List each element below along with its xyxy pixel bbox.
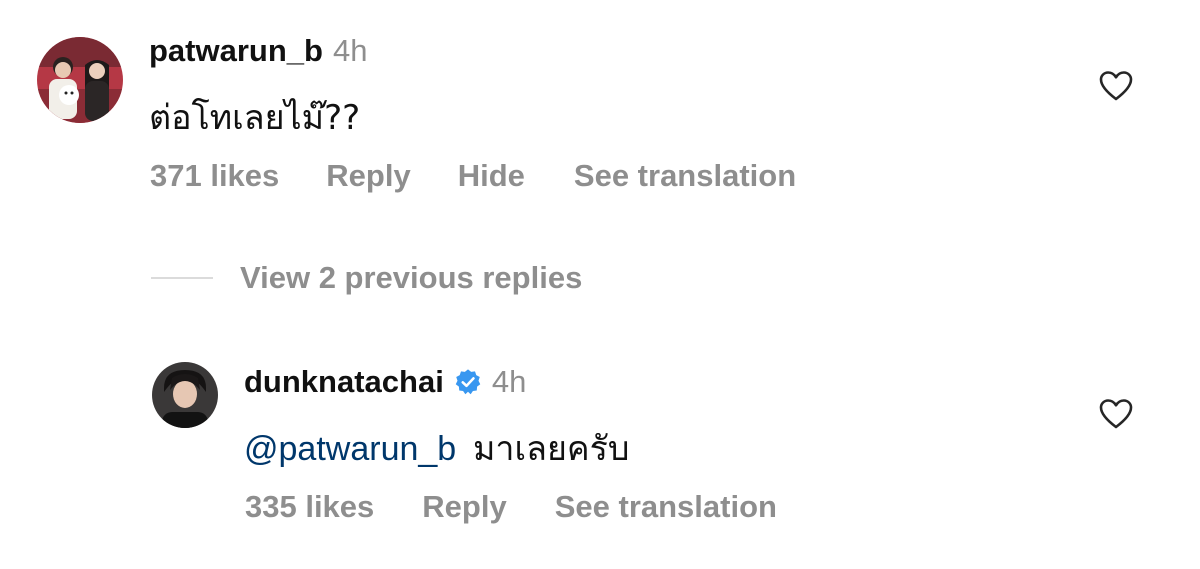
comment-time: 4h <box>332 33 368 68</box>
comment-text: ต่อโทเลยไม๊?? <box>149 90 360 144</box>
avatar-patwarun[interactable] <box>37 37 123 123</box>
reply-time: 4h <box>491 364 527 399</box>
reply-username[interactable]: dunknatachai 4h <box>244 364 526 400</box>
likes-count[interactable]: 371 likes <box>150 158 279 194</box>
reply-body: มาเลยครับ <box>473 429 630 469</box>
mention-link[interactable]: @patwarun_b <box>244 430 456 468</box>
reply-meta: 335 likes Reply See translation <box>245 489 777 525</box>
see-translation-button[interactable]: See translation <box>574 158 796 194</box>
replies-divider <box>151 277 213 279</box>
reply-text: @patwarun_b มาเลยครับ <box>244 421 630 475</box>
heart-icon[interactable] <box>1099 398 1133 430</box>
heart-icon[interactable] <box>1099 70 1133 102</box>
comment-username[interactable]: patwarun_b 4h <box>149 33 367 69</box>
view-previous-replies-button[interactable]: View 2 previous replies <box>240 260 582 296</box>
verified-badge-icon <box>455 369 481 395</box>
avatar-dunknatachai[interactable] <box>152 362 218 428</box>
reply-button[interactable]: Reply <box>422 489 506 525</box>
username-text[interactable]: dunknatachai <box>244 364 444 400</box>
username-text[interactable]: patwarun_b <box>149 33 323 69</box>
hide-button[interactable]: Hide <box>458 158 525 194</box>
comment-body: ต่อโทเลยไม๊?? <box>149 98 361 138</box>
reply-button[interactable]: Reply <box>326 158 410 194</box>
comment-meta: 371 likes Reply Hide See translation <box>150 158 796 194</box>
likes-count[interactable]: 335 likes <box>245 489 374 525</box>
see-translation-button[interactable]: See translation <box>555 489 777 525</box>
